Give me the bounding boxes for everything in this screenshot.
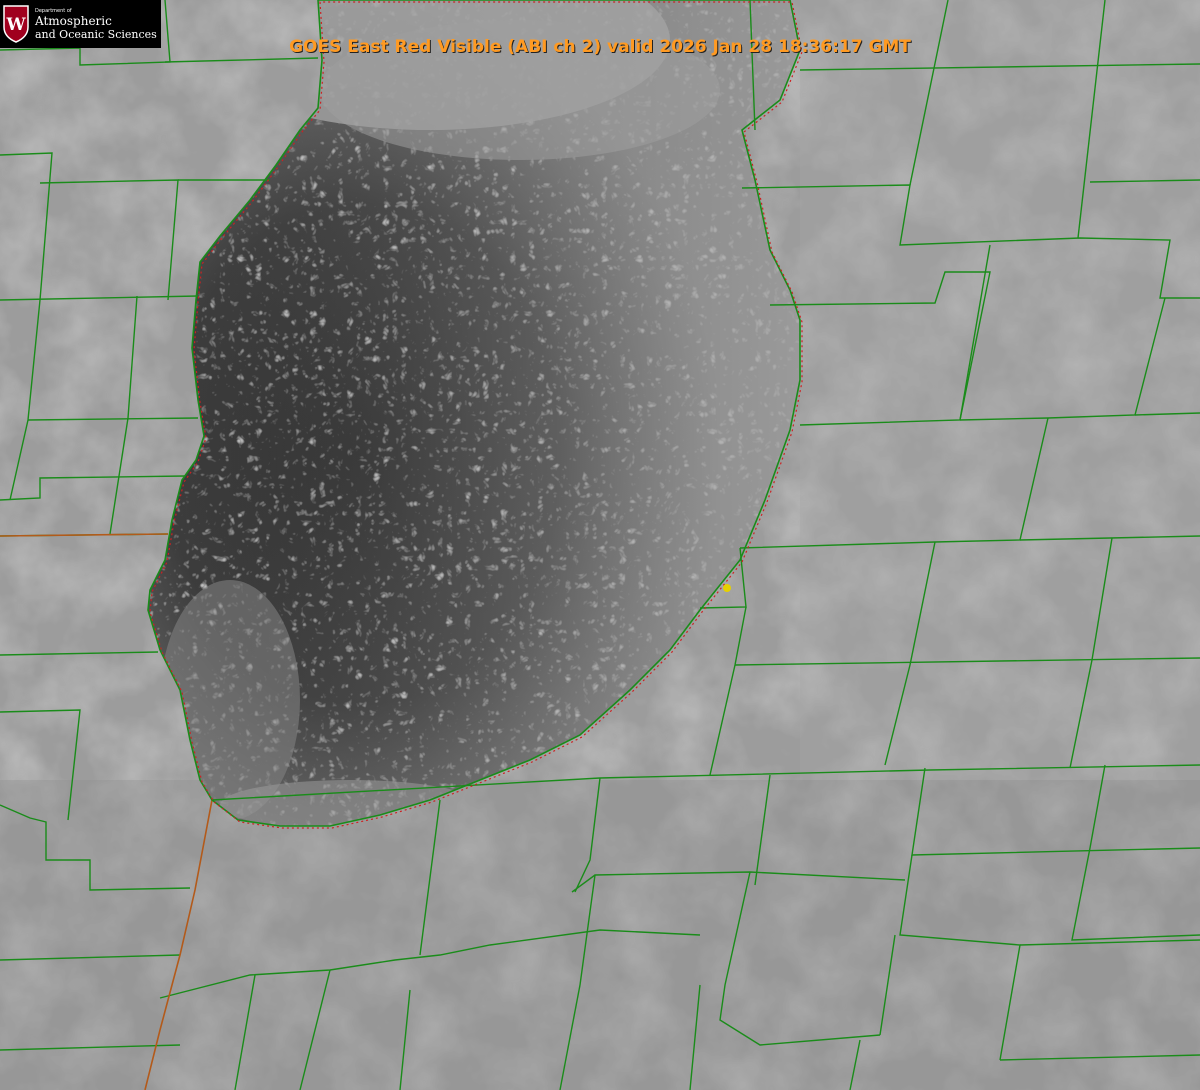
logo-line1: Atmospheric [35,14,112,28]
satellite-image [0,0,1200,1090]
image-title: GOES East Red Visible (ABI ch 2) valid 2… [289,37,911,57]
location-marker [723,584,731,592]
satellite-viewer: W Department of Atmospheric and Oceanic … [0,0,1200,1090]
shield-letter: W [5,15,26,35]
